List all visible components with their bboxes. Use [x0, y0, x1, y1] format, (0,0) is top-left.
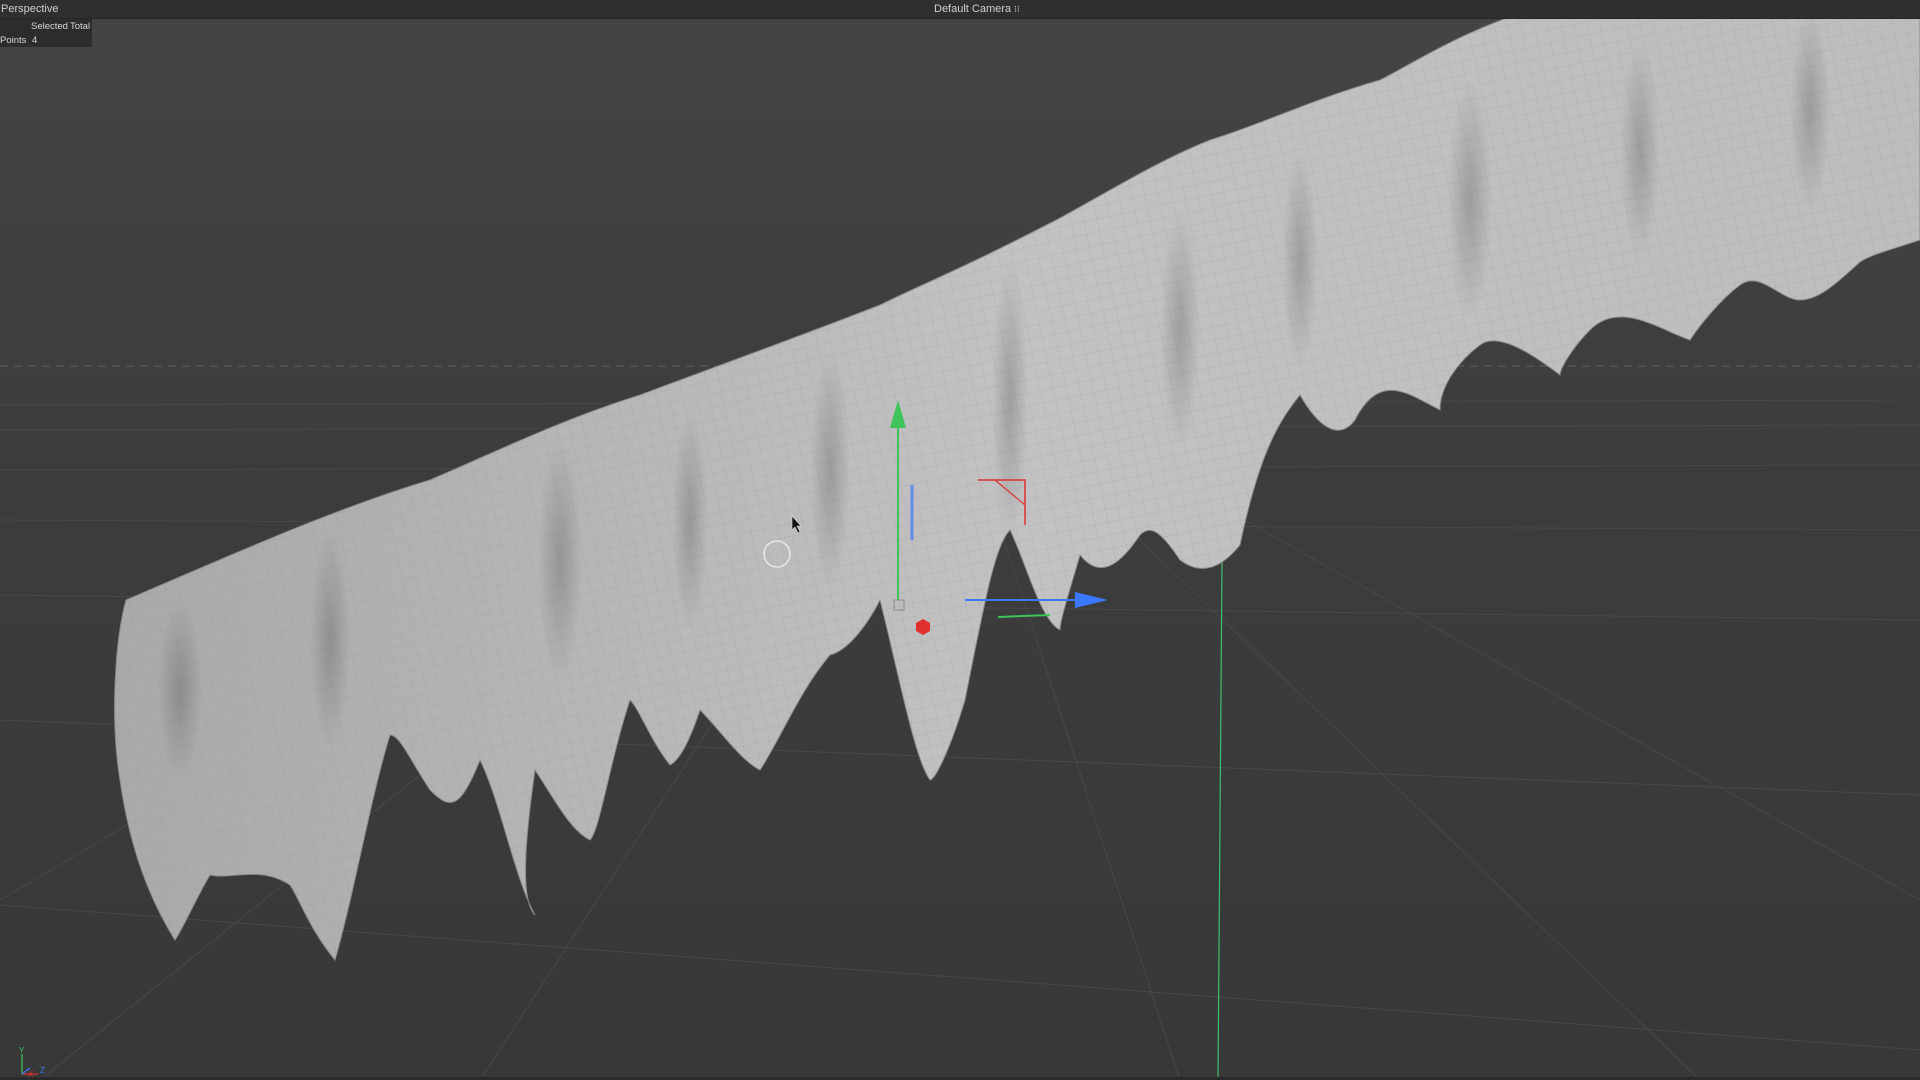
hud-row-selected: 4 — [32, 35, 38, 46]
camera-options-icon[interactable]: ⁝⁝ — [1014, 0, 1020, 18]
hud-row-label: Points — [0, 35, 27, 46]
axis-indicator-icon: Y X Z — [19, 1046, 45, 1079]
camera-label[interactable]: Default Camera ⁝⁝ — [934, 0, 1020, 18]
axis-label-z: Z — [40, 1066, 45, 1075]
hud-col-total: Total — [70, 21, 91, 32]
axis-label-y: Y — [19, 1046, 25, 1055]
selection-hud: Selected Total Points 4 — [0, 19, 92, 47]
world-axis-indicator: Y X Z — [14, 1044, 54, 1079]
3d-viewport[interactable]: Perspective Default Camera ⁝⁝ Selected To… — [0, 0, 1920, 1080]
view-mode-label[interactable]: Perspective — [0, 0, 58, 18]
viewport-canvas[interactable] — [0, 0, 1920, 1080]
viewport-header: Perspective Default Camera ⁝⁝ — [0, 0, 1920, 19]
camera-name: Default Camera — [934, 3, 1012, 15]
hud-col-selected: Selected — [31, 21, 68, 32]
